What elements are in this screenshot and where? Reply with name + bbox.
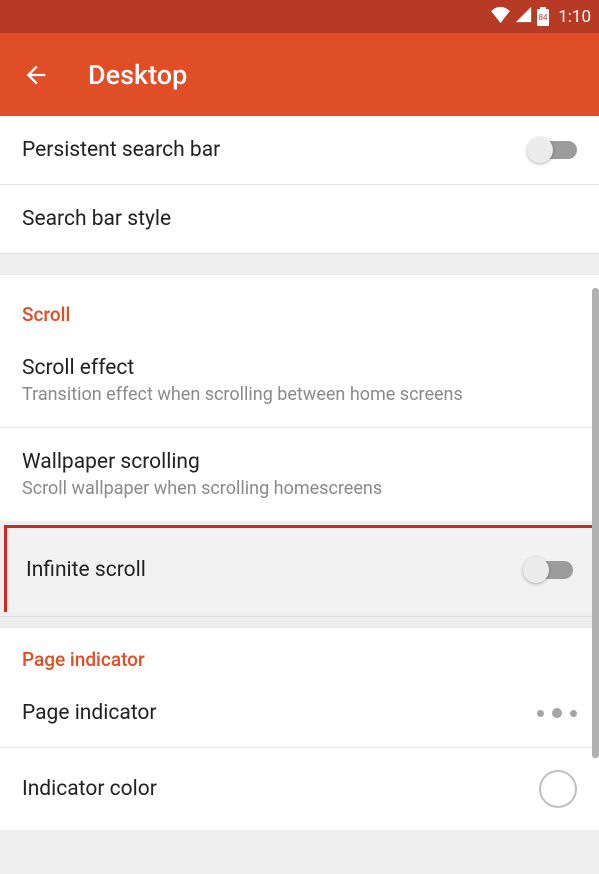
dot-icon (570, 710, 577, 717)
row-subtitle: Transition effect when scrolling between… (22, 384, 577, 405)
row-scroll-effect[interactable]: Scroll effect Transition effect when scr… (0, 334, 599, 428)
toggle-knob (527, 137, 553, 163)
color-swatch (539, 770, 577, 808)
status-time: 1:10 (558, 7, 591, 27)
toggle-persistent-search[interactable] (531, 141, 577, 159)
row-indicator-color[interactable]: Indicator color (0, 748, 599, 830)
row-subtitle: Scroll wallpaper when scrolling homescre… (22, 478, 577, 499)
app-bar: Desktop (0, 33, 599, 116)
row-title: Infinite scroll (26, 558, 527, 582)
dot-icon (537, 710, 544, 717)
row-wallpaper-scrolling[interactable]: Wallpaper scrolling Scroll wallpaper whe… (0, 428, 599, 521)
section-gap (0, 253, 599, 275)
settings-list: Persistent search bar Search bar style S… (0, 116, 599, 830)
section-gap (0, 616, 599, 628)
section-header-scroll: Scroll (0, 275, 599, 334)
cellular-icon (515, 6, 532, 28)
wifi-icon (490, 6, 511, 28)
row-title: Page indicator (22, 701, 537, 725)
row-page-indicator[interactable]: Page indicator (0, 679, 599, 748)
dot-icon (552, 708, 562, 718)
row-title: Persistent search bar (22, 138, 531, 162)
page-title: Desktop (88, 59, 187, 91)
toggle-knob (523, 557, 549, 583)
svg-text:84: 84 (539, 13, 548, 22)
row-title: Scroll effect (22, 356, 577, 380)
row-title: Search bar style (22, 207, 577, 231)
status-bar: 84 1:10 (0, 0, 599, 33)
section-header-page-indicator: Page indicator (0, 628, 599, 679)
row-title: Indicator color (22, 777, 539, 801)
page-indicator-preview (537, 708, 577, 718)
row-persistent-search[interactable]: Persistent search bar (0, 116, 599, 185)
battery-icon: 84 (536, 7, 550, 27)
row-infinite-scroll[interactable]: Infinite scroll (4, 525, 595, 612)
scrollbar[interactable] (592, 288, 599, 758)
toggle-infinite-scroll[interactable] (527, 561, 573, 579)
back-icon[interactable] (22, 61, 50, 89)
row-title: Wallpaper scrolling (22, 450, 577, 474)
row-search-bar-style[interactable]: Search bar style (0, 185, 599, 253)
